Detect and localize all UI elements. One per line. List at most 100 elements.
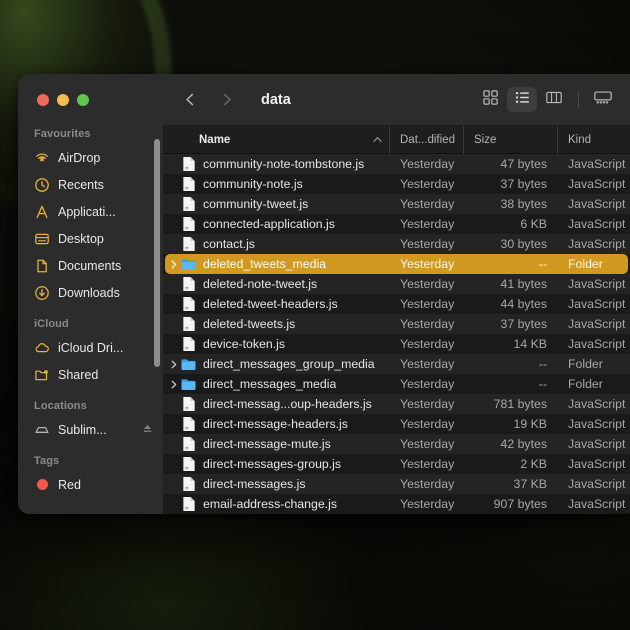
table-row[interactable]: direct_messages_media Yesterday -- Folder	[163, 374, 630, 394]
folder-icon	[181, 357, 196, 371]
documents-icon	[34, 258, 50, 274]
table-row[interactable]: community-tweet.js Yesterday 38 bytes JavaS…	[163, 194, 630, 214]
table-row[interactable]: direct-messages.js Yesterday 37 KB JavaScri…	[163, 474, 630, 494]
cell-date-modified: Yesterday	[400, 297, 455, 311]
javascript-file-icon	[181, 456, 196, 472]
cell-kind: Folder	[568, 377, 603, 391]
column-header-name[interactable]: Name	[163, 125, 390, 154]
sidebar-item-sublime-disk[interactable]: Sublim...	[28, 416, 157, 443]
cell-kind: JavaScript	[568, 437, 626, 451]
column-view-button[interactable]	[539, 87, 569, 112]
cell-name: direct-message-mute.js	[163, 436, 390, 452]
sidebar-item-airdrop[interactable]: AirDrop	[28, 144, 157, 171]
column-header-size[interactable]: Size	[464, 125, 558, 154]
minimize-button[interactable]	[57, 94, 69, 106]
table-row[interactable]: email-address-change.js Yesterday 907 byte…	[163, 494, 630, 514]
cell-size: 30 bytes	[500, 237, 548, 251]
cell-date-modified: Yesterday	[400, 157, 455, 171]
table-row[interactable]: direct-messages-group.js Yesterday 2 KB Jav…	[163, 454, 630, 474]
file-name-label: community-note-tombstone.js	[203, 157, 365, 171]
table-row[interactable]: direct-message-headers.js Yesterday 19 KB J…	[163, 414, 630, 434]
sidebar: Favourites AirDrop Recents Applicati... …	[18, 74, 163, 514]
column-header-date-modified[interactable]: Dat...dified	[390, 125, 464, 154]
cloud-icon	[34, 340, 50, 356]
table-row[interactable]: device-token.js Yesterday 14 KB JavaScript	[163, 334, 630, 354]
sidebar-item-tag-red[interactable]: Red	[28, 471, 157, 498]
cell-size: 41 bytes	[500, 277, 548, 291]
forward-arrow-icon[interactable]	[213, 87, 239, 113]
javascript-file-icon	[181, 156, 196, 172]
column-header-kind[interactable]: Kind	[558, 126, 630, 154]
cell-name: deleted_tweets_media	[163, 257, 390, 271]
toolbar: data	[163, 74, 630, 126]
table-row[interactable]: contact.js Yesterday 30 bytes JavaScript	[163, 234, 630, 254]
table-row[interactable]: deleted-tweet-headers.js Yesterday 44 byte…	[163, 294, 630, 314]
table-row[interactable]: connected-application.js Yesterday 6 KB Jav…	[163, 214, 630, 234]
cell-size: 44 bytes	[500, 297, 548, 311]
sidebar-scrollbar[interactable]	[154, 139, 160, 367]
cell-date-modified: Yesterday	[400, 357, 455, 371]
cell-kind: JavaScript	[568, 217, 626, 231]
cell-name: email-address-change.js	[163, 496, 390, 512]
file-name-label: email-address-change.js	[203, 497, 337, 511]
list-view-button[interactable]	[507, 87, 537, 112]
cell-size: 38 bytes	[500, 197, 548, 211]
eject-icon[interactable]	[142, 423, 153, 437]
icon-view-button[interactable]	[475, 87, 505, 112]
cell-kind: Folder	[568, 257, 603, 271]
sidebar-item-applications[interactable]: Applicati...	[28, 198, 157, 225]
sidebar-item-label: Red	[58, 477, 81, 492]
cell-kind: JavaScript	[568, 157, 626, 171]
close-button[interactable]	[37, 94, 49, 106]
table-row[interactable]: direct-message-mute.js Yesterday 42 bytes J…	[163, 434, 630, 454]
sidebar-item-label: iCloud Dri...	[58, 340, 124, 355]
folder-icon	[181, 377, 196, 391]
table-row[interactable]: direct-messag...oup-headers.js Yesterday 7…	[163, 394, 630, 414]
sidebar-item-downloads[interactable]: Downloads	[28, 279, 157, 306]
sort-ascending-icon	[373, 134, 382, 146]
file-name-label: community-tweet.js	[203, 197, 309, 211]
disclosure-chevron-icon[interactable]	[167, 260, 181, 269]
table-row[interactable]: deleted-tweets.js Yesterday 37 bytes JavaSc…	[163, 314, 630, 334]
sidebar-item-documents[interactable]: Documents	[28, 252, 157, 279]
disclosure-chevron-icon[interactable]	[167, 380, 181, 389]
file-name-label: direct_messages_group_media	[203, 357, 375, 371]
table-row[interactable]: deleted_tweets_media Yesterday -- Folder	[163, 254, 630, 274]
cell-size: 47 bytes	[500, 157, 548, 171]
gallery-view-button[interactable]	[588, 87, 618, 112]
cell-date-modified: Yesterday	[400, 217, 455, 231]
table-row[interactable]: deleted-note-tweet.js Yesterday 41 bytes Ja…	[163, 274, 630, 294]
sidebar-item-icloud-drive[interactable]: iCloud Dri...	[28, 334, 157, 361]
cell-date-modified: Yesterday	[400, 477, 455, 491]
cell-date-modified: Yesterday	[400, 497, 455, 511]
cell-kind: JavaScript	[568, 237, 626, 251]
table-row[interactable]: community-note-tombstone.js Yesterday 47 b…	[163, 154, 630, 174]
javascript-file-icon	[181, 216, 196, 232]
javascript-file-icon	[181, 336, 196, 352]
maximize-button[interactable]	[77, 94, 89, 106]
cell-kind: JavaScript	[568, 177, 626, 191]
table-row[interactable]: community-note.js Yesterday 37 bytes JavaSc…	[163, 174, 630, 194]
view-mode-toggle-group	[475, 87, 618, 112]
sidebar-group-locations-title: Locations	[34, 400, 87, 412]
cell-size: 2 KB	[520, 457, 547, 471]
javascript-file-icon	[181, 436, 196, 452]
file-name-label: deleted-tweet-headers.js	[203, 297, 338, 311]
cell-name: deleted-tweets.js	[163, 316, 390, 332]
back-arrow-icon[interactable]	[177, 87, 203, 113]
sidebar-item-recents[interactable]: Recents	[28, 171, 157, 198]
sidebar-item-label: Shared	[58, 367, 99, 382]
cell-kind: JavaScript	[568, 477, 626, 491]
column-header-label: Kind	[568, 133, 592, 146]
file-list[interactable]: community-note-tombstone.js Yesterday 47 b…	[163, 154, 630, 514]
sidebar-item-shared[interactable]: Shared	[28, 361, 157, 388]
table-row[interactable]: direct_messages_group_media Yesterday -- Fo…	[163, 354, 630, 374]
main-pane: data Name Dat...dified Size Kind communi…	[163, 74, 630, 514]
cell-name: direct_messages_group_media	[163, 357, 390, 371]
sidebar-item-label: Documents	[58, 258, 122, 273]
sidebar-item-label: Sublim...	[58, 422, 107, 437]
file-name-label: connected-application.js	[203, 217, 335, 231]
column-header-label: Dat...dified	[400, 133, 455, 146]
disclosure-chevron-icon[interactable]	[167, 360, 181, 369]
sidebar-item-desktop[interactable]: Desktop	[28, 225, 157, 252]
